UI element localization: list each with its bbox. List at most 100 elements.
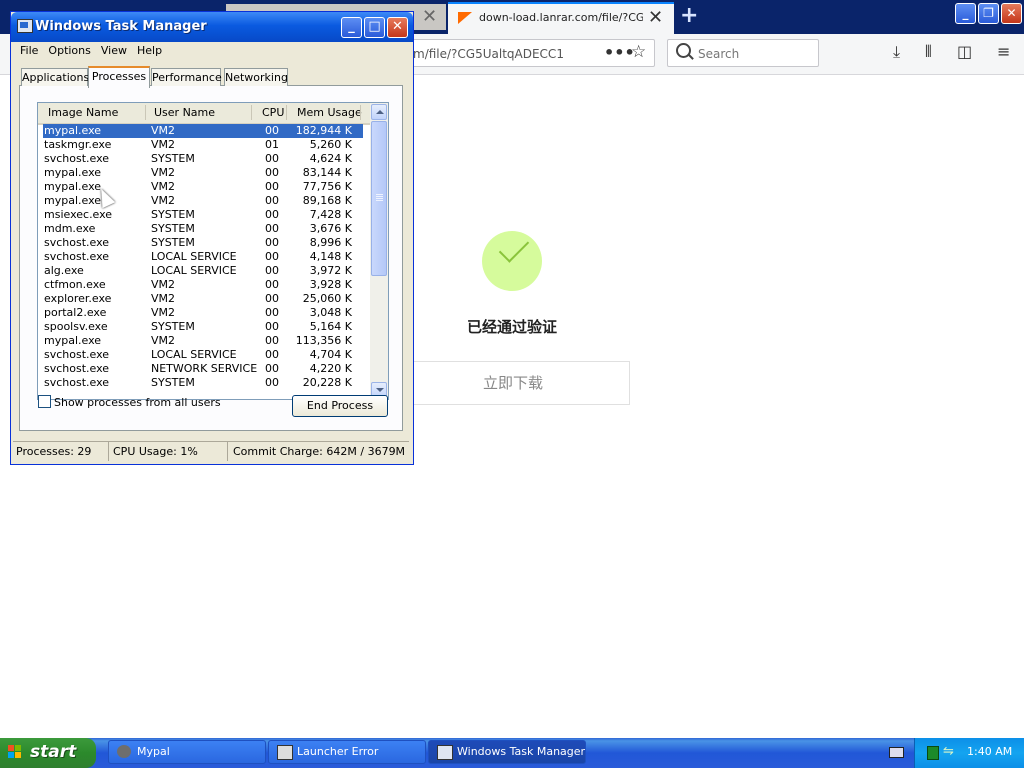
column-header-mem-usage[interactable]: Mem Usage: [297, 106, 362, 119]
browser-tab-active[interactable]: down-load.lanrar.com/file/?CG5U ✕: [448, 2, 674, 34]
cell-name: mypal.exe: [44, 334, 102, 347]
status-bar: Processes: 29 CPU Usage: 1% Commit Charg…: [13, 441, 409, 461]
scroll-up-icon[interactable]: [371, 104, 387, 120]
network-icon[interactable]: ⇋: [943, 744, 954, 759]
cell-user: VM2: [151, 138, 176, 151]
start-button[interactable]: start: [0, 738, 96, 768]
cell-name: spoolsv.exe: [44, 320, 108, 333]
tab-applications[interactable]: Applications: [21, 68, 89, 86]
cell-cpu: 00: [265, 348, 279, 361]
column-header-cpu[interactable]: CPU: [262, 106, 284, 119]
tab-networking[interactable]: Networking: [224, 68, 288, 86]
download-now-button[interactable]: 立即下载: [396, 361, 630, 405]
close-tab-icon[interactable]: ✕: [648, 7, 663, 28]
process-row[interactable]: mypal.exe VM2 00 113,356 K: [38, 334, 370, 348]
taskbar-item-mypal[interactable]: Mypal: [108, 740, 266, 764]
download-icon[interactable]: ⤓: [893, 42, 900, 62]
taskbar-item-label: Launcher Error: [297, 745, 379, 758]
show-all-users-checkbox[interactable]: [38, 395, 51, 408]
cell-name: alg.exe: [44, 264, 84, 277]
menu-view[interactable]: View: [96, 42, 132, 59]
cell-cpu: 00: [265, 194, 279, 207]
cell-name: taskmgr.exe: [44, 138, 112, 151]
process-row[interactable]: alg.exe LOCAL SERVICE 00 3,972 K: [38, 264, 370, 278]
process-row[interactable]: mypal.exe VM2 00 77,756 K: [38, 180, 370, 194]
close-tab-icon[interactable]: ✕: [422, 6, 437, 27]
system-tray: ⇋ 1:40 AM: [914, 738, 1024, 768]
process-row[interactable]: taskmgr.exe VM2 01 5,260 K: [38, 138, 370, 152]
bookmark-star-icon[interactable]: ☆: [631, 42, 646, 62]
address-bar[interactable]: m/file/?CG5UaltqADECC1N ••• ☆: [400, 39, 655, 67]
taskbar-item-launcher-error[interactable]: Launcher Error: [268, 740, 426, 764]
menu-icon[interactable]: ≡: [997, 42, 1010, 61]
process-row[interactable]: svchost.exe SYSTEM 00 20,228 K: [38, 376, 370, 390]
process-row[interactable]: mypal.exe VM2 00 83,144 K: [38, 166, 370, 180]
menu-file[interactable]: File: [15, 42, 43, 59]
cell-cpu: 00: [265, 334, 279, 347]
tray-app-icon[interactable]: [927, 746, 939, 760]
process-row[interactable]: svchost.exe LOCAL SERVICE 00 4,704 K: [38, 348, 370, 362]
end-process-button[interactable]: End Process: [292, 395, 388, 417]
menu-options[interactable]: Options: [43, 42, 95, 59]
cell-user: VM2: [151, 166, 176, 179]
cell-mem: 25,060 K: [302, 292, 352, 305]
tab-processes[interactable]: Processes: [88, 66, 150, 88]
menu-help[interactable]: Help: [132, 42, 167, 59]
new-tab-button[interactable]: +: [680, 3, 698, 28]
close-window-icon[interactable]: ✕: [387, 17, 408, 38]
title-bar[interactable]: Windows Task Manager _ □ ✕: [11, 12, 413, 42]
process-row[interactable]: svchost.exe NETWORK SERVICE 00 4,220 K: [38, 362, 370, 376]
keyboard-icon[interactable]: [889, 747, 904, 758]
close-window-icon[interactable]: ✕: [1001, 3, 1022, 24]
clock[interactable]: 1:40 AM: [967, 745, 1012, 758]
search-box[interactable]: Search: [667, 39, 819, 67]
cell-name: ctfmon.exe: [44, 278, 106, 291]
cell-mem: 4,148 K: [309, 250, 352, 263]
portal2-icon: [277, 745, 293, 760]
vertical-scrollbar[interactable]: [370, 103, 388, 399]
process-row[interactable]: svchost.exe SYSTEM 00 4,624 K: [38, 152, 370, 166]
minimize-icon[interactable]: _: [955, 3, 976, 24]
cell-mem: 5,164 K: [309, 320, 352, 333]
cell-mem: 8,996 K: [309, 236, 352, 249]
cell-mem: 5,260 K: [309, 138, 352, 151]
cell-user: SYSTEM: [151, 222, 195, 235]
scroll-thumb[interactable]: [371, 121, 387, 276]
cell-cpu: 00: [265, 278, 279, 291]
process-row[interactable]: portal2.exe VM2 00 3,048 K: [38, 306, 370, 320]
process-row[interactable]: mypal.exe VM2 00 89,168 K: [38, 194, 370, 208]
library-icon[interactable]: ⫴: [925, 42, 932, 62]
restore-icon[interactable]: ❐: [978, 3, 999, 24]
tab-performance[interactable]: Performance: [151, 68, 222, 86]
site-favicon-icon: [458, 12, 472, 24]
cell-cpu: 00: [265, 180, 279, 193]
cell-cpu: 00: [265, 208, 279, 221]
sidebar-icon[interactable]: ◫: [957, 42, 972, 61]
cell-user: LOCAL SERVICE: [151, 264, 237, 277]
process-row[interactable]: ctfmon.exe VM2 00 3,928 K: [38, 278, 370, 292]
cell-mem: 89,168 K: [302, 194, 352, 207]
cell-cpu: 01: [265, 138, 279, 151]
cell-cpu: 00: [265, 166, 279, 179]
maximize-icon[interactable]: □: [364, 17, 385, 38]
column-header-image-name[interactable]: Image Name: [48, 106, 118, 119]
process-row[interactable]: mdm.exe SYSTEM 00 3,676 K: [38, 222, 370, 236]
status-commit: Commit Charge: 642M / 3679M: [233, 445, 406, 458]
taskbar-item-task-manager[interactable]: Windows Task Manager: [428, 740, 586, 764]
process-row[interactable]: spoolsv.exe SYSTEM 00 5,164 K: [38, 320, 370, 334]
cell-user: LOCAL SERVICE: [151, 250, 237, 263]
cell-name: mypal.exe: [44, 124, 102, 137]
process-row[interactable]: mypal.exe VM2 00 182,944 K: [43, 124, 363, 138]
column-header-user-name[interactable]: User Name: [154, 106, 215, 119]
cell-cpu: 00: [265, 306, 279, 319]
process-row[interactable]: msiexec.exe SYSTEM 00 7,428 K: [38, 208, 370, 222]
menu-bar: File Options View Help: [15, 42, 167, 60]
taskbar: start Mypal Launcher Error Windows Task …: [0, 738, 1024, 768]
process-row[interactable]: svchost.exe SYSTEM 00 8,996 K: [38, 236, 370, 250]
cell-cpu: 00: [265, 320, 279, 333]
cell-cpu: 00: [265, 152, 279, 165]
process-row[interactable]: svchost.exe LOCAL SERVICE 00 4,148 K: [38, 250, 370, 264]
process-row[interactable]: explorer.exe VM2 00 25,060 K: [38, 292, 370, 306]
minimize-icon[interactable]: _: [341, 17, 362, 38]
process-list[interactable]: Image Name User Name CPU Mem Usage mypal…: [37, 102, 389, 400]
